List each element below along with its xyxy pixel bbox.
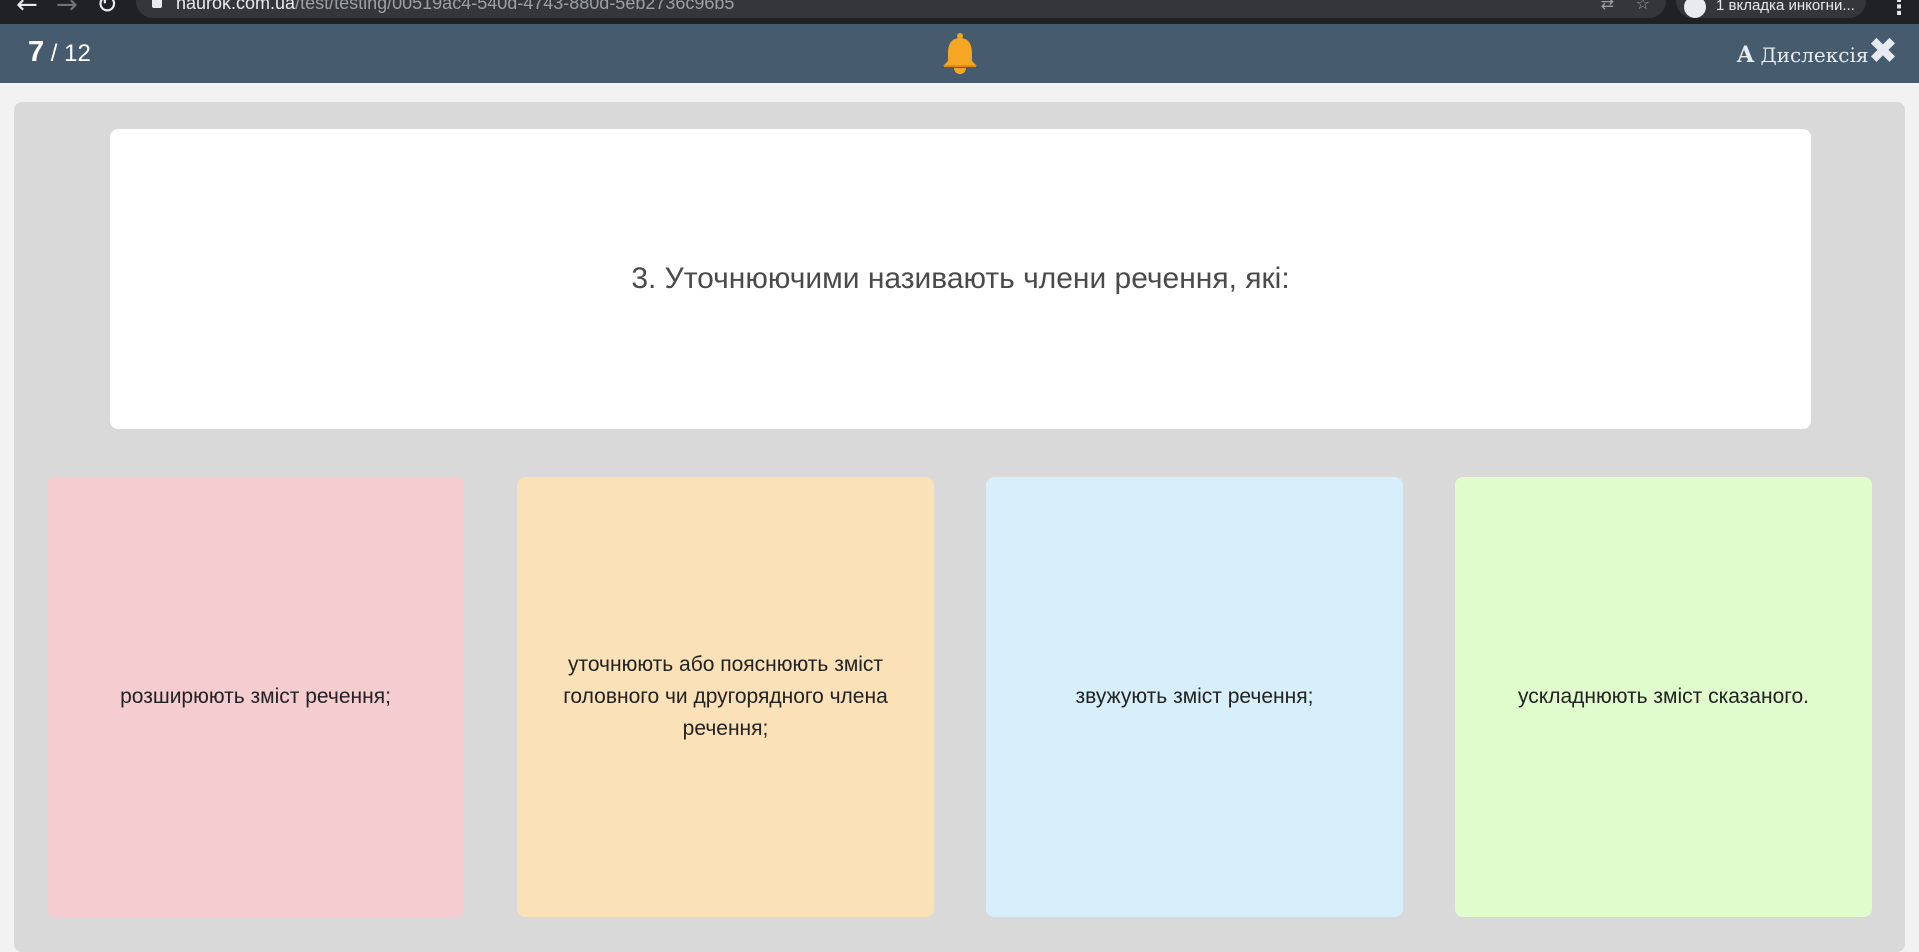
question-text: 3. Уточнюючими називають члени речення, … (631, 262, 1290, 295)
quiz-panel: 3. Уточнюючими називають члени речення, … (14, 102, 1905, 952)
answer-option-text: розширюють зміст речення; (120, 685, 391, 708)
url-path: /test/testing/00519ac4-540d-4743-880d-5e… (295, 0, 735, 13)
dyslexia-toggle[interactable]: A Дислексія (1737, 42, 1868, 68)
answer-option-4[interactable]: ускладнюють зміст сказаного. (1455, 477, 1872, 917)
incognito-label: 1 вкладка инкогни... (1716, 0, 1855, 14)
bell-icon[interactable] (940, 32, 980, 76)
counter-separator: / (44, 40, 65, 67)
back-arrow-icon[interactable]: ← (16, 0, 38, 20)
url-host: naurok.com.ua (176, 0, 296, 13)
incognito-badge[interactable]: 1 вкладка инкогни... (1676, 0, 1866, 18)
dyslexia-icon: A (1737, 42, 1755, 68)
close-icon[interactable]: ✖ (1866, 32, 1900, 72)
quiz-header: 7 / 12 A Дислексія ✖ (0, 24, 1919, 83)
question-counter: 7 / 12 (28, 36, 91, 69)
reload-icon[interactable]: ↻ (96, 0, 118, 20)
answer-option-3[interactable]: звужують зміст речення; (986, 477, 1403, 917)
browser-menu-icon[interactable]: ⋮ (1888, 0, 1910, 20)
url-text[interactable]: naurok.com.ua/test/testing/00519ac4-540d… (176, 0, 734, 14)
dyslexia-label: Дислексія (1760, 43, 1869, 67)
forward-arrow-icon[interactable]: → (56, 0, 78, 20)
answer-option-text: ускладнюють зміст сказаного. (1518, 685, 1809, 708)
total-questions: 12 (64, 40, 91, 67)
answer-option-text: уточнюють або пояснюють зміст головного … (563, 653, 888, 740)
answer-option-text: звужують зміст речення; (1075, 685, 1314, 708)
current-question-number: 7 (28, 36, 45, 68)
answer-option-2[interactable]: уточнюють або пояснюють зміст головного … (517, 477, 934, 917)
star-icon[interactable]: ☆ (1636, 0, 1650, 13)
incognito-icon (1684, 0, 1706, 18)
browser-toolbar: ← → ↻ naurok.com.ua/test/testing/00519ac… (0, 0, 1919, 24)
lock-icon (152, 0, 162, 8)
translate-icon[interactable]: ⇄ (1601, 0, 1614, 13)
address-bar[interactable]: naurok.com.ua/test/testing/00519ac4-540d… (136, 0, 1666, 18)
question-card: 3. Уточнюючими називають члени речення, … (110, 129, 1811, 429)
answer-option-1[interactable]: розширюють зміст речення; (47, 477, 464, 917)
